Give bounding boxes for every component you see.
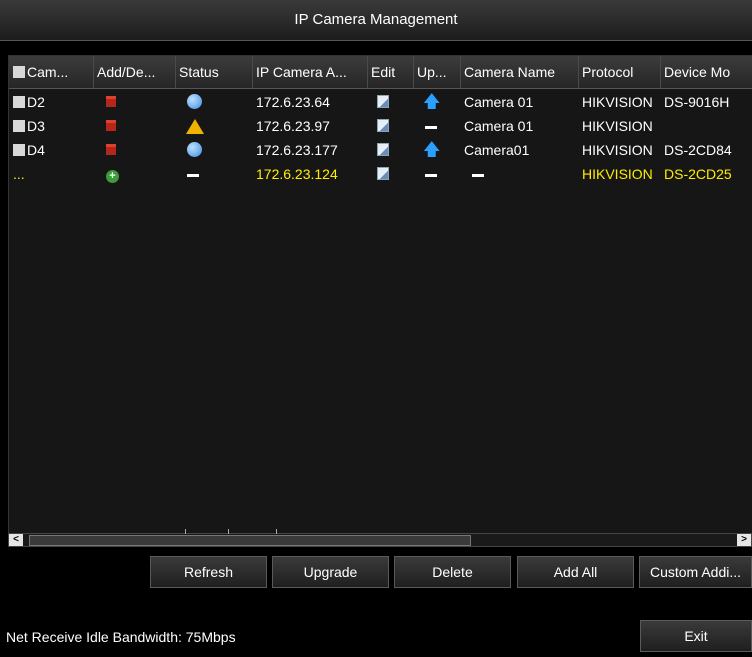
add-icon[interactable]: + <box>106 170 119 183</box>
window-title: IP Camera Management <box>0 0 752 41</box>
table-row[interactable]: D2 172.6.23.64 🡅 Camera 01 HIKVISION DS-… <box>9 90 752 114</box>
protocol: HIKVISION <box>582 142 653 158</box>
scroll-left-arrow-icon[interactable]: < <box>9 534 23 546</box>
refresh-button[interactable]: Refresh <box>150 556 267 588</box>
dash-icon <box>425 173 437 177</box>
select-all-checkbox[interactable] <box>13 66 25 78</box>
protocol: HIKVISION <box>582 166 653 182</box>
protocol: HIKVISION <box>582 118 653 134</box>
table-row-discovered[interactable]: ... + 172.6.23.124 HIKVISION DS-2CD25 <box>9 162 752 186</box>
camera-channel: ... <box>13 166 25 182</box>
scroll-right-arrow-icon[interactable]: > <box>737 534 751 546</box>
horizontal-scrollbar[interactable]: < > <box>8 529 752 547</box>
dash-icon <box>472 173 484 177</box>
edit-icon[interactable] <box>377 95 389 108</box>
add-all-button[interactable]: Add All <box>517 556 634 588</box>
delete-button[interactable]: Delete <box>394 556 511 588</box>
trash-icon[interactable] <box>106 144 116 155</box>
dash-icon <box>425 125 437 129</box>
scroll-tick <box>276 529 277 534</box>
table-row[interactable]: D4 172.6.23.177 🡅 Camera01 HIKVISION DS-… <box>9 138 752 162</box>
ip-address: 172.6.23.124 <box>256 166 338 182</box>
camera-table: Cam... Add/De... Status IP Camera A... E… <box>8 55 752 535</box>
edit-icon[interactable] <box>377 119 389 132</box>
table-row[interactable]: D3 172.6.23.97 Camera 01 HIKVISION <box>9 114 752 138</box>
status-online-icon <box>187 94 202 109</box>
upgrade-arrow-icon[interactable]: 🡅 <box>423 93 440 110</box>
edit-icon[interactable] <box>377 167 389 180</box>
device-model: DS-2CD84 <box>664 142 732 158</box>
camera-channel: D4 <box>27 142 45 158</box>
camera-channel: D2 <box>27 94 45 110</box>
device-model: DS-9016H <box>664 94 730 110</box>
protocol: HIKVISION <box>582 94 653 110</box>
row-checkbox[interactable] <box>13 144 25 156</box>
device-model: DS-2CD25 <box>664 166 732 182</box>
scrollbar-thumb[interactable] <box>29 535 471 546</box>
dash-icon <box>187 173 199 177</box>
row-checkbox[interactable] <box>13 120 25 132</box>
ip-address: 172.6.23.64 <box>256 94 330 110</box>
warning-icon <box>186 119 204 134</box>
custom-adding-button[interactable]: Custom Addi... <box>639 556 752 588</box>
upgrade-arrow-icon[interactable]: 🡅 <box>423 141 440 158</box>
column-header-add-delete[interactable]: Add/De... <box>93 56 176 88</box>
column-header-camera-name[interactable]: Camera Name <box>460 56 579 88</box>
camera-name: Camera01 <box>464 142 530 158</box>
trash-icon[interactable] <box>106 96 116 107</box>
exit-button[interactable]: Exit <box>640 620 752 652</box>
ip-address: 172.6.23.97 <box>256 118 330 134</box>
column-header-camera[interactable]: Cam... <box>9 56 94 88</box>
camera-name: Camera 01 <box>464 94 534 110</box>
ip-address: 172.6.23.177 <box>256 142 338 158</box>
camera-name: Camera 01 <box>464 118 534 134</box>
scroll-tick <box>185 529 186 534</box>
bandwidth-status: Net Receive Idle Bandwidth: 75Mbps <box>6 629 236 645</box>
scroll-tick <box>228 529 229 534</box>
column-header-ip-address[interactable]: IP Camera A... <box>252 56 368 88</box>
column-header-edit[interactable]: Edit <box>367 56 414 88</box>
camera-channel: D3 <box>27 118 45 134</box>
trash-icon[interactable] <box>106 120 116 131</box>
edit-icon[interactable] <box>377 143 389 156</box>
column-header-device-model[interactable]: Device Mo <box>660 56 752 88</box>
row-checkbox[interactable] <box>13 96 25 108</box>
column-header-status[interactable]: Status <box>175 56 253 88</box>
column-header-upgrade[interactable]: Up... <box>413 56 461 88</box>
device-model <box>660 114 752 138</box>
table-header: Cam... Add/De... Status IP Camera A... E… <box>9 56 752 89</box>
status-online-icon <box>187 142 202 157</box>
column-header-protocol[interactable]: Protocol <box>578 56 661 88</box>
upgrade-button[interactable]: Upgrade <box>272 556 389 588</box>
